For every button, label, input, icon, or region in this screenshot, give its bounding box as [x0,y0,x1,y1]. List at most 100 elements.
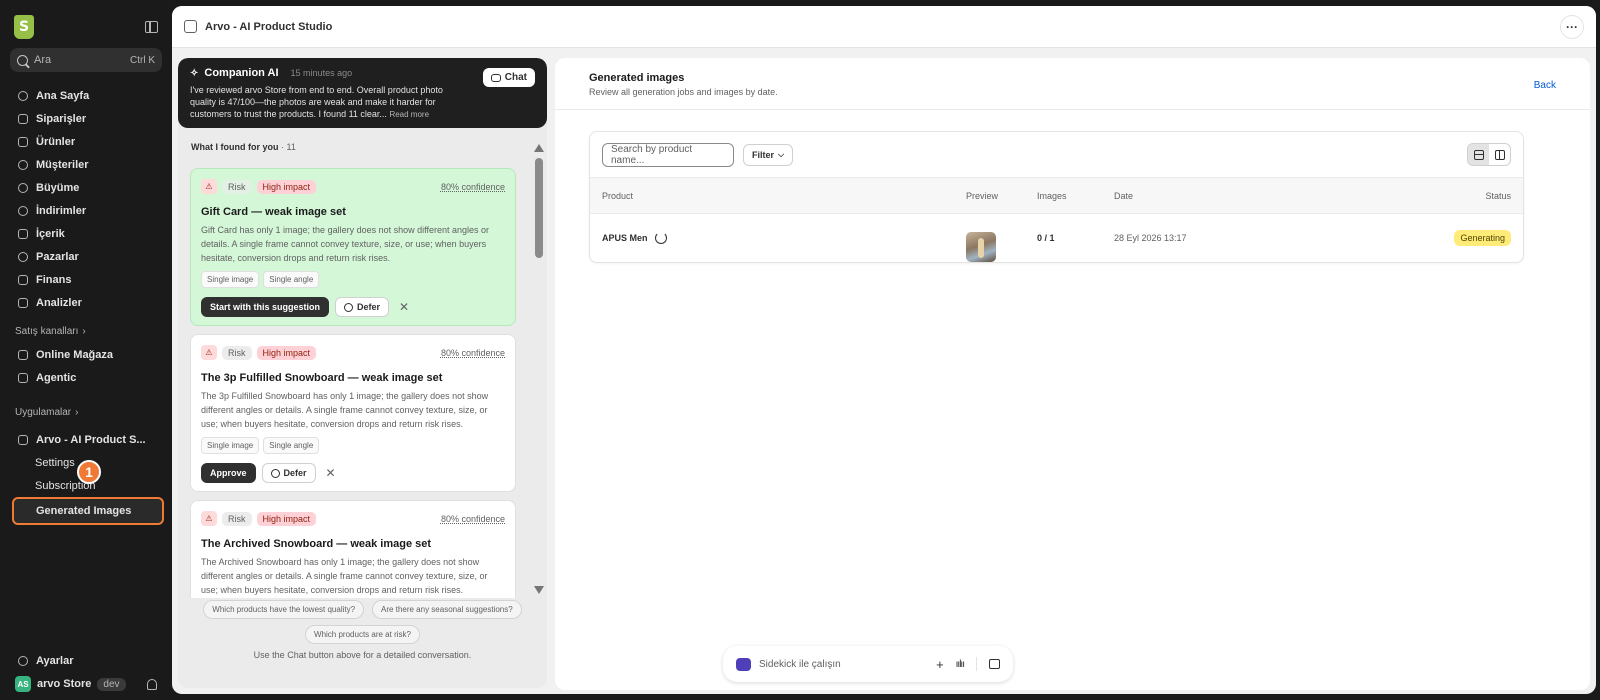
nav-item-settings[interactable]: Ayarlar [0,649,172,672]
findings-scrollbar[interactable] [534,144,544,594]
nav-label: Ayarlar [36,654,74,667]
images-count: 0 / 1 [1037,233,1055,243]
nav-item-arvo-app[interactable]: Arvo - AI Product S... [0,428,172,451]
voice-icon[interactable]: ıılıı [956,659,965,670]
bell-icon[interactable] [147,678,157,690]
nav-item-markets[interactable]: Pazarlar [0,245,172,268]
nav-item-finance[interactable]: Finans [0,268,172,291]
nav-item-content[interactable]: İçerik [0,222,172,245]
list-view-button[interactable] [1468,144,1489,165]
store-name: arvo Store [37,678,92,690]
sidekick-bar[interactable]: Sidekick ile çalışın + ıılıı [723,646,1013,682]
rows-view-icon [1473,149,1484,160]
tag-icon [18,136,28,147]
nav-item-online-store[interactable]: Online Mağaza [0,343,172,366]
preview-thumbnail[interactable] [966,232,996,262]
subnav-generated-images[interactable]: Generated Images [12,497,164,525]
nav-item-home[interactable]: Ana Sayfa [0,84,172,107]
scroll-thumb[interactable] [535,158,543,258]
app-title: Arvo - AI Product Studio [205,20,333,33]
nav-label: Siparişler [36,112,87,125]
chat-button[interactable]: Chat [482,68,535,87]
warning-icon: ⚠ [201,179,217,194]
agentic-icon [18,372,28,383]
nav-item-customers[interactable]: Müşteriler [0,153,172,176]
confidence-link[interactable]: 80% confidence [441,514,505,524]
start-suggestion-button[interactable]: Start with this suggestion [201,297,330,317]
sidekick-input[interactable]: Sidekick ile çalışın [759,659,841,670]
suggestion-pill[interactable]: Are there any seasonal suggestions? [372,600,522,619]
risk-tag: Risk [222,179,252,194]
shopify-logo-icon[interactable] [14,15,34,39]
nav-item-growth[interactable]: Büyüme [0,176,172,199]
sidebar: Ara Ctrl K Ana Sayfa Siparişler Ürünler … [0,0,172,700]
nav-item-orders[interactable]: Siparişler [0,107,172,130]
defer-button[interactable]: Defer [261,463,316,483]
card-title: Gift Card — weak image set [201,206,346,218]
confidence-link[interactable]: 80% confidence [441,182,505,192]
risk-tag: Risk [222,345,252,360]
chevron-right-icon: › [75,407,79,418]
back-link[interactable]: Back [1534,80,1556,91]
more-actions-button[interactable]: ··· [1560,14,1584,39]
nav-item-products[interactable]: Ürünler [0,130,172,153]
dismiss-icon[interactable]: ✕ [399,300,409,314]
table-header: Product Preview Images Date Status [590,178,1523,214]
store-icon [18,349,28,360]
column-header-images[interactable]: Images [1037,191,1067,201]
discount-icon [18,205,28,216]
suggestion-pill[interactable]: Which products are at risk? [305,625,420,644]
divider [976,657,977,671]
chat-bubble-icon [490,73,501,82]
column-header-date[interactable]: Date [1114,191,1133,201]
nav-label: İndirimler [36,204,87,217]
store-switcher[interactable]: AS arvo Store dev [0,672,172,696]
page-title: Generated images [589,72,685,84]
defer-button[interactable]: Defer [335,297,390,317]
scroll-down-arrow-icon[interactable] [534,586,544,594]
approve-button[interactable]: Approve [201,463,256,483]
gear-icon [18,655,28,666]
panel-toggle-icon[interactable] [989,659,1000,669]
filter-button[interactable]: Filter ⌵ [743,143,794,166]
scroll-up-arrow-icon[interactable] [534,144,544,152]
companion-header: ✧ Companion AI 15 minutes ago I've revie… [178,58,547,128]
card-title: The 3p Fulfilled Snowboard — weak image … [201,372,443,384]
global-search[interactable]: Ara Ctrl K [10,48,162,72]
view-toggle [1467,143,1511,166]
card-actions: Approve Defer ✕ [201,463,505,483]
suggestion-pill[interactable]: Which products have the lowest quality? [203,600,365,619]
companion-timestamp: 15 minutes ago [290,68,353,78]
defer-label: Defer [357,302,381,312]
nav-item-discounts[interactable]: İndirimler [0,199,172,222]
search-shortcut: Ctrl K [130,54,155,66]
plus-icon[interactable]: + [936,657,944,672]
sales-channels-label: Satış kanalları [15,326,79,337]
product-search-input[interactable]: Search by product name... [602,142,734,167]
generated-images-pane: Generated images Review all generation j… [555,58,1590,690]
main-nav: Ana Sayfa Siparişler Ürünler Müşteriler … [0,84,172,314]
sales-channels-header[interactable]: Satış kanalları › [0,320,172,343]
card-description: Gift Card has only 1 image; the gallery … [201,225,489,263]
card-tags: ⚠ Risk High impact 80% confidence [201,179,505,194]
findings-count: · 11 [281,142,296,152]
dismiss-icon[interactable]: ✕ [326,466,336,480]
grid-view-button[interactable] [1489,144,1510,165]
card-chips: Single image Single angle [201,437,505,454]
warning-icon: ⚠ [201,511,217,526]
read-more-link[interactable]: Read more [389,110,429,119]
apps-header[interactable]: Uygulamalar › [0,401,172,424]
column-header-product[interactable]: Product [602,191,633,201]
table-row[interactable]: APUS Men 0 / 1 28 Eyl 2026 13:17 Generat… [590,214,1523,262]
nav-label: Finans [36,273,72,286]
nav-item-agentic[interactable]: Agentic [0,366,172,389]
impact-tag: High impact [256,511,317,526]
app-icon [18,434,28,445]
apps-label: Uygulamalar [15,407,72,418]
loading-spinner-icon [654,232,667,244]
nav-item-analytics[interactable]: Analizler [0,291,172,314]
sidebar-collapse-icon[interactable] [145,21,158,33]
confidence-link[interactable]: 80% confidence [441,348,505,358]
column-header-status[interactable]: Status [1485,191,1511,201]
nav-label: Büyüme [36,181,80,194]
